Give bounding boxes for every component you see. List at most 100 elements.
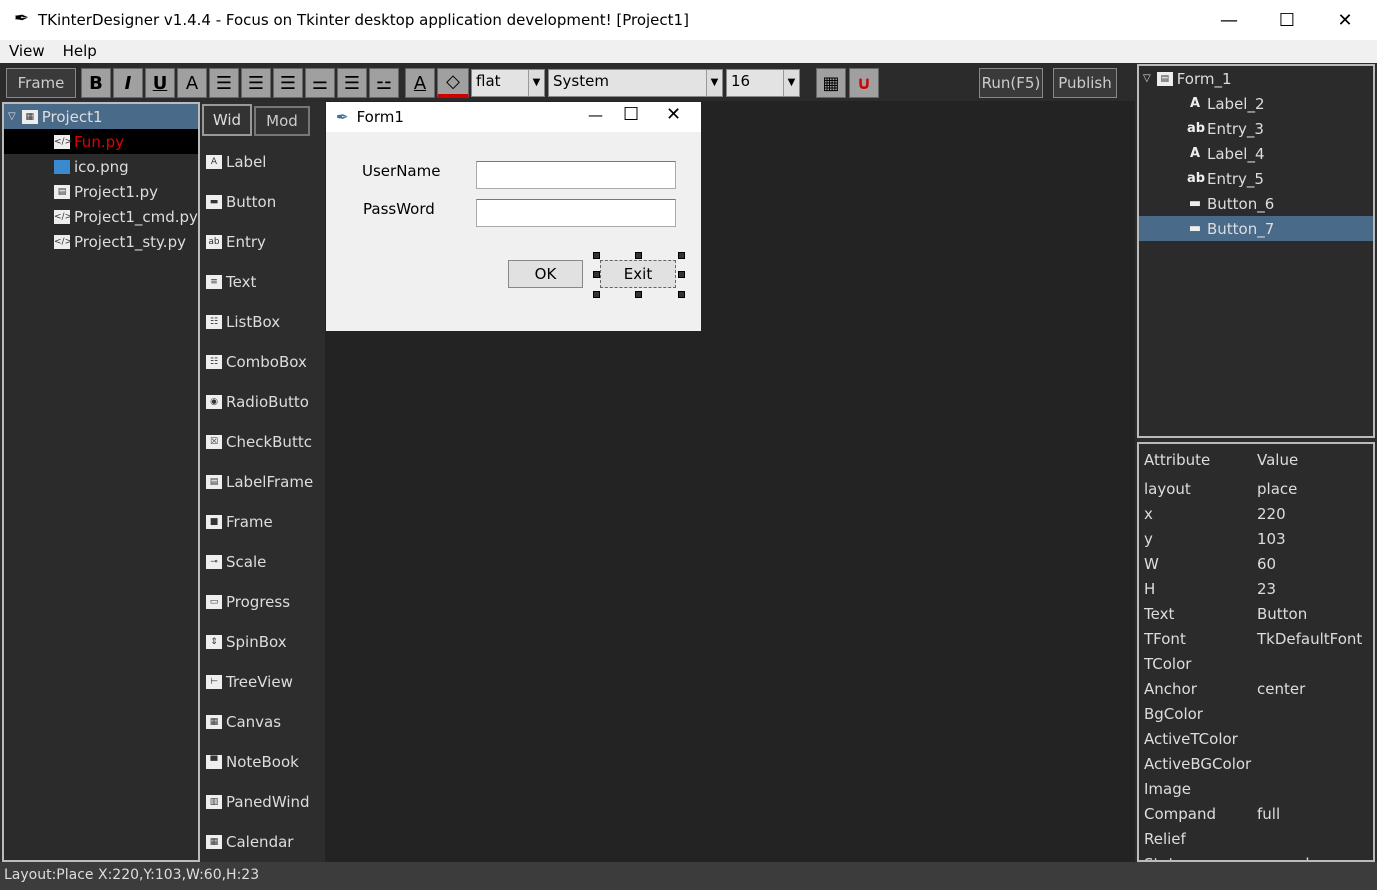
property-row[interactable]: Image xyxy=(1139,776,1373,801)
palette-item[interactable]: ⇕ SpinBox xyxy=(206,630,324,654)
property-row[interactable]: BgColor xyxy=(1139,701,1373,726)
tree-item[interactable]: ▬ Button_7 xyxy=(1139,216,1373,241)
tree-root[interactable]: ▽ ▤ Form_1 xyxy=(1139,66,1373,91)
palette-item[interactable]: ≡ Text xyxy=(206,270,324,294)
property-value[interactable]: 60 xyxy=(1257,555,1276,573)
property-row[interactable]: TFont TkDefaultFont xyxy=(1139,626,1373,651)
palette-item[interactable]: ☷ ListBox xyxy=(206,310,324,334)
frame-button[interactable]: Frame xyxy=(6,68,76,98)
property-value[interactable]: 220 xyxy=(1257,505,1286,523)
palette-item[interactable]: ⊢ TreeView xyxy=(206,670,324,694)
property-row[interactable]: W 60 xyxy=(1139,551,1373,576)
font-family-select[interactable]: System ▼ xyxy=(548,69,723,97)
palette-item[interactable]: ☒ CheckButtc xyxy=(206,430,324,454)
property-value[interactable]: TkDefaultFont xyxy=(1257,630,1362,648)
resize-handle[interactable] xyxy=(593,291,600,298)
exit-button[interactable]: Exit xyxy=(600,260,676,288)
palette-item[interactable]: ▤ LabelFrame xyxy=(206,470,324,494)
property-value[interactable]: 103 xyxy=(1257,530,1286,548)
tree-item[interactable]: A Label_4 xyxy=(1139,141,1373,166)
align-top-icon[interactable]: ⚌ xyxy=(305,68,335,98)
resize-handle[interactable] xyxy=(635,291,642,298)
property-row[interactable]: Text Button xyxy=(1139,601,1373,626)
file-item[interactable]: </> Fun.py xyxy=(4,129,198,154)
palette-item[interactable]: ■ Frame xyxy=(206,510,324,534)
property-value[interactable]: center xyxy=(1257,680,1305,698)
palette-item[interactable]: ▬ Button xyxy=(206,190,324,214)
property-value[interactable]: full xyxy=(1257,805,1280,823)
tree-root[interactable]: ▽ ▦ Project1 xyxy=(4,104,198,129)
tree-item[interactable]: ab Entry_3 xyxy=(1139,116,1373,141)
maximize-button[interactable]: ☐ xyxy=(1258,0,1316,40)
property-row[interactable]: Compand full xyxy=(1139,801,1373,826)
property-row[interactable]: Relief xyxy=(1139,826,1373,851)
property-value[interactable]: 23 xyxy=(1257,580,1276,598)
palette-item[interactable]: ▀ NoteBook xyxy=(206,750,324,774)
menu-help[interactable]: Help xyxy=(54,40,106,63)
property-row[interactable]: ActiveBGColor xyxy=(1139,751,1373,776)
align-middle-icon[interactable]: ☰ xyxy=(337,68,367,98)
palette-item[interactable]: ▦ Calendar xyxy=(206,830,324,854)
underline-button[interactable]: U xyxy=(145,68,175,98)
minimize-icon[interactable]: — xyxy=(588,106,603,124)
align-center-icon[interactable]: ☰ xyxy=(241,68,271,98)
run-button[interactable]: Run(F5) xyxy=(979,68,1043,98)
file-item[interactable]: ▤ Project1.py xyxy=(4,179,198,204)
bold-button[interactable]: B xyxy=(81,68,111,98)
palette-item[interactable]: ⊸ Scale xyxy=(206,550,324,574)
menu-view[interactable]: View xyxy=(0,40,54,63)
magnet-icon[interactable]: ∪ xyxy=(849,68,879,98)
palette-item[interactable]: ◉ RadioButto xyxy=(206,390,324,414)
property-row[interactable]: x 220 xyxy=(1139,501,1373,526)
property-row[interactable]: Anchor center xyxy=(1139,676,1373,701)
font-button[interactable]: A xyxy=(177,68,207,98)
palette-item[interactable]: ▭ Progress xyxy=(206,590,324,614)
maximize-icon[interactable]: ☐ xyxy=(623,104,639,125)
fill-color-icon[interactable]: ◇ xyxy=(437,68,469,98)
text-color-button[interactable]: A xyxy=(405,68,435,98)
resize-handle[interactable] xyxy=(593,252,600,259)
property-value[interactable]: Button xyxy=(1257,605,1307,623)
publish-button[interactable]: Publish xyxy=(1053,68,1117,98)
tab-wid[interactable]: Wid xyxy=(202,104,252,136)
close-button[interactable]: ✕ xyxy=(1316,0,1374,40)
align-right-icon[interactable]: ☰ xyxy=(273,68,303,98)
file-item[interactable]: ico.png xyxy=(4,154,198,179)
tree-item[interactable]: ▬ Button_6 xyxy=(1139,191,1373,216)
align-left-icon[interactable]: ☰ xyxy=(209,68,239,98)
username-entry[interactable] xyxy=(476,161,676,189)
font-size-select[interactable]: 16 ▼ xyxy=(726,69,800,97)
resize-handle[interactable] xyxy=(593,271,600,278)
grid-icon[interactable]: ▦ xyxy=(816,68,846,98)
align-bottom-icon[interactable]: ⚍ xyxy=(369,68,399,98)
property-row[interactable]: layout place xyxy=(1139,476,1373,501)
form-window[interactable]: ✒ Form1 — ☐ ✕ UserName PassWord OK Exit xyxy=(326,102,701,331)
property-row[interactable]: y 103 xyxy=(1139,526,1373,551)
italic-button[interactable]: I xyxy=(113,68,143,98)
palette-item[interactable]: ▥ PanedWind xyxy=(206,790,324,814)
palette-item[interactable]: ☷ ComboBox xyxy=(206,350,324,374)
tab-mod[interactable]: Mod xyxy=(254,106,310,136)
expand-icon[interactable]: ▽ xyxy=(1143,73,1151,84)
resize-handle[interactable] xyxy=(678,291,685,298)
palette-item[interactable]: ab Entry xyxy=(206,230,324,254)
resize-handle[interactable] xyxy=(635,252,642,259)
ok-button[interactable]: OK xyxy=(508,260,583,288)
tree-item[interactable]: A Label_2 xyxy=(1139,91,1373,116)
property-value[interactable]: normal xyxy=(1257,855,1310,861)
palette-item[interactable]: ▦ Canvas xyxy=(206,710,324,734)
property-row[interactable]: ActiveTColor xyxy=(1139,726,1373,751)
property-row[interactable]: TColor xyxy=(1139,651,1373,676)
resize-handle[interactable] xyxy=(678,271,685,278)
property-value[interactable]: place xyxy=(1257,480,1297,498)
expand-icon[interactable]: ▽ xyxy=(8,111,16,122)
property-row[interactable]: H 23 xyxy=(1139,576,1373,601)
property-row[interactable]: Statenormal xyxy=(1139,851,1373,861)
palette-item[interactable]: A Label xyxy=(206,150,324,174)
file-item[interactable]: </> Project1_cmd.py xyxy=(4,204,198,229)
tree-item[interactable]: ab Entry_5 xyxy=(1139,166,1373,191)
relief-select[interactable]: flat ▼ xyxy=(471,69,545,97)
file-item[interactable]: </> Project1_sty.py xyxy=(4,229,198,254)
minimize-button[interactable]: — xyxy=(1200,0,1258,40)
password-entry[interactable] xyxy=(476,199,676,227)
